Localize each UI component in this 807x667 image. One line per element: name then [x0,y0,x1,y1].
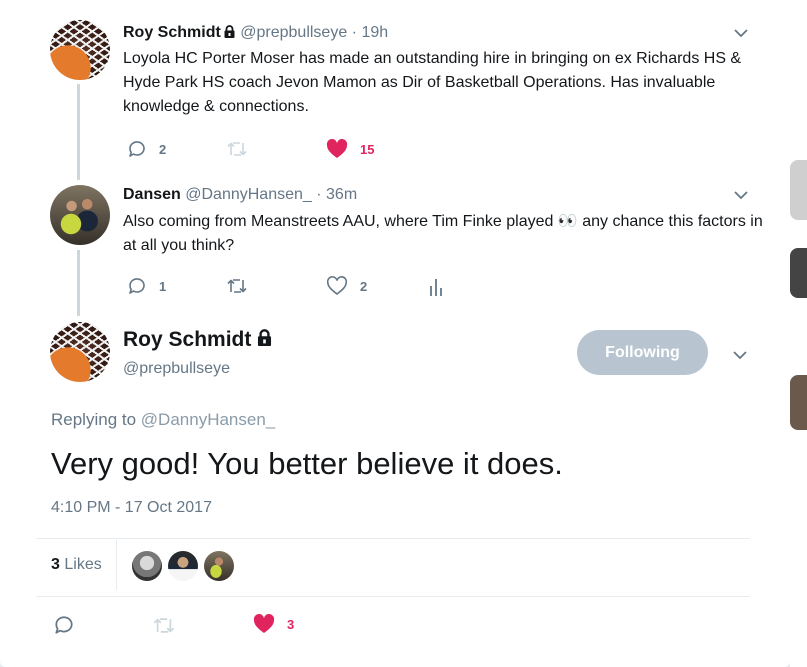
background-fragment [790,160,807,220]
author-handle[interactable]: @prepbullseye [240,24,347,41]
reply-count: 2 [159,141,167,157]
separator: · [351,24,357,41]
tweet-time[interactable]: 19h [361,24,388,41]
author-handle[interactable]: @DannyHansen_ [185,186,312,203]
like-button[interactable]: 3 [253,614,294,634]
tweet-text-part: Also coming from Meanstreets AAU, where … [123,213,558,230]
tweet-header: Roy Schmidt @prepbullseye · 19h [123,24,388,42]
heart-icon [326,276,348,296]
retweet-button[interactable] [152,617,188,634]
like-button[interactable]: 2 [326,276,367,296]
author-name[interactable]: Roy Schmidt [123,24,221,41]
analytics-icon [430,279,442,296]
tweet-text: Loyola HC Porter Moser has made an outst… [123,50,742,115]
chevron-down-icon[interactable] [733,187,749,203]
likes-label: Likes [64,556,102,573]
analytics-button[interactable] [428,277,456,297]
likes-count: 3 [51,556,60,573]
author-name-text: Roy Schmidt [123,328,252,351]
author-name[interactable]: Dansen [123,186,181,203]
chevron-down-icon[interactable] [733,25,749,41]
retweet-icon [227,279,247,293]
tweet-text: Also coming from Meanstreets AAU, where … [123,210,763,258]
reply-icon [129,278,145,294]
liker-avatar[interactable] [132,551,162,581]
reply-button[interactable] [53,614,87,636]
background-fragment [790,375,807,430]
following-button[interactable]: Following [577,330,708,375]
thread-line [77,84,80,180]
retweet-icon [153,618,175,633]
heart-filled-icon [253,614,275,633]
retweet-button[interactable] [226,278,260,294]
tweet-text: Very good! You better believe it does. [51,446,563,481]
like-button[interactable]: 15 [326,139,374,159]
lock-icon [258,329,272,346]
tweet-time[interactable]: 36m [326,186,357,203]
reply-icon [129,141,145,157]
reply-icon [55,616,73,634]
background-fragment [790,248,807,298]
retweet-button[interactable] [226,141,260,157]
divider [36,538,750,539]
like-count: 15 [360,141,375,157]
reply-button[interactable]: 1 [127,276,166,296]
divider [116,540,117,590]
eyes-emoji: 👀 [557,213,578,230]
replying-prefix: Replying to [51,410,137,429]
reply-count: 1 [159,278,167,294]
separator: · [316,186,322,203]
reply-button[interactable]: 2 [127,139,166,159]
heart-filled-icon [326,139,348,158]
avatar[interactable] [50,322,110,382]
author-handle[interactable]: @prepbullseye [123,360,230,378]
like-count: 3 [287,616,295,632]
tweet-header: Dansen @DannyHansen_ · 36m [123,186,357,204]
divider [36,596,750,597]
avatar[interactable] [50,20,110,80]
thread-line [77,250,80,316]
retweet-icon [227,142,247,156]
background-page-edge [790,0,807,667]
liker-avatar[interactable] [204,551,234,581]
replying-handle-link[interactable]: @DannyHansen_ [141,410,275,429]
tweet-timestamp[interactable]: 4:10 PM - 17 Oct 2017 [51,499,212,517]
like-count: 2 [360,278,368,294]
liker-avatar[interactable] [168,551,198,581]
replying-to: Replying to @DannyHansen_ [51,410,275,430]
lock-icon [224,25,235,38]
chevron-down-icon[interactable] [732,347,748,363]
tweet-detail-panel: Roy Schmidt @prepbullseye · 19h Loyola H… [0,0,790,667]
avatar[interactable] [50,185,110,245]
author-name[interactable]: Roy Schmidt [123,328,273,352]
likes-link[interactable]: 3 Likes [51,556,102,574]
